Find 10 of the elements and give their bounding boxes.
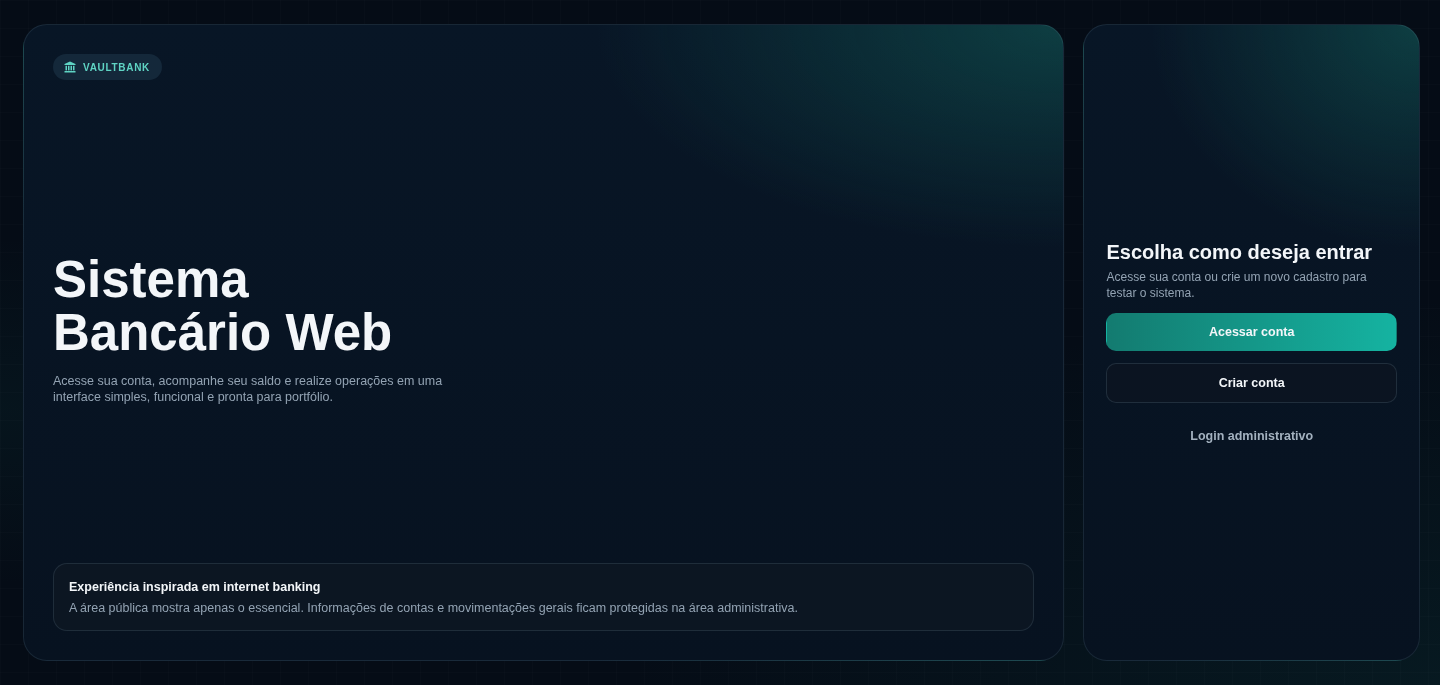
admin-login-link[interactable]: Login administrativo: [1190, 428, 1314, 443]
bank-building-icon: [64, 61, 76, 73]
login-description: Acesse sua conta ou crie um novo cadastro para testar o sistema.: [1106, 268, 1368, 301]
login-title: Escolha como deseja entrar: [1106, 239, 1374, 265]
brand-name: VAULTBANK: [83, 61, 151, 73]
info-title: Experiência inspirada em internet banking: [69, 579, 322, 595]
secondary-button[interactable]: Criar conta: [1106, 362, 1397, 403]
hero-title: Sistema Bancário Web: [53, 252, 393, 359]
info-text: A área pública mostra apenas o essencial. Informações de contas e movimentações gerais ficam protegidas na área administrativa.: [69, 600, 799, 616]
hero-description: Acesse sua conta, acompanhe seu saldo e realize operações em uma interface simples, funcional e pronta para portfólio.: [53, 372, 444, 405]
